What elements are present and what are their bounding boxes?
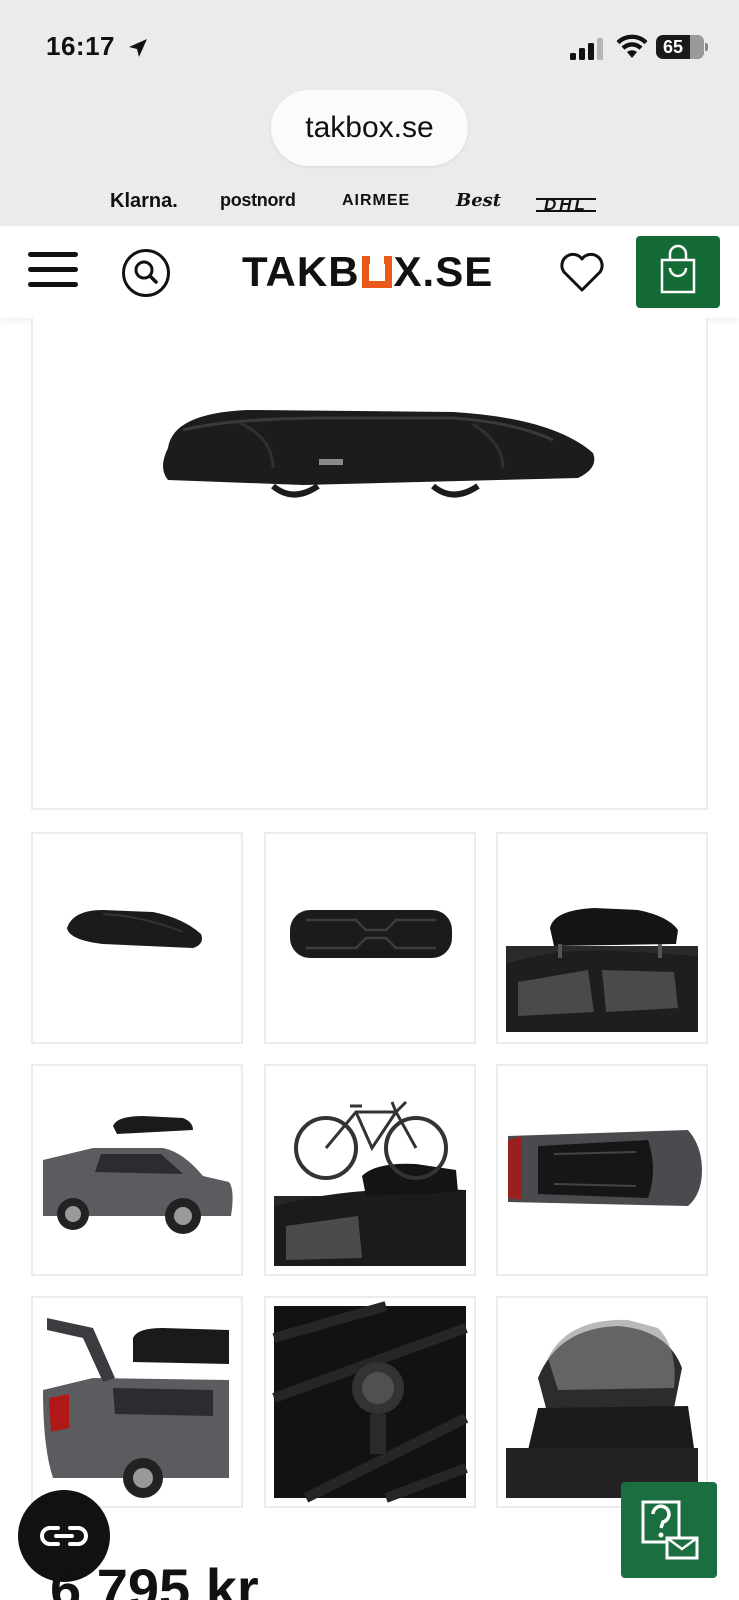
best-logo: Best — [456, 190, 502, 211]
dhl-logo: DHL — [536, 196, 596, 213]
postnord-logo: postnord — [220, 190, 296, 210]
partner-logos: Klarna. postnord AIRMEE Best DHL — [0, 190, 739, 222]
menu-button[interactable] — [28, 252, 78, 292]
thumbnail-8[interactable] — [264, 1296, 476, 1508]
roof-box-dual-open-image — [506, 1319, 698, 1498]
help-chat-button[interactable] — [621, 1482, 717, 1578]
search-button[interactable] — [122, 249, 170, 297]
cellular-signal-icon — [570, 38, 603, 60]
roof-box-angle-image — [67, 910, 202, 948]
wishlist-heart-icon[interactable] — [558, 250, 606, 294]
roof-box-top-image — [290, 910, 452, 958]
site-logo[interactable]: TAKB X.SE — [242, 248, 493, 296]
status-bar: 16:17 65 — [0, 0, 739, 90]
hamburger-icon-bar — [28, 267, 78, 272]
hamburger-icon-bar — [28, 252, 78, 257]
cart-button[interactable] — [636, 236, 720, 308]
hamburger-icon-bar — [28, 282, 78, 287]
logo-text-end: X.SE — [393, 248, 494, 295]
thumbnail-4[interactable] — [31, 1064, 243, 1276]
search-icon — [134, 260, 158, 284]
logo-text-start: TAKB — [242, 248, 360, 295]
thumbnail-3[interactable] — [496, 832, 708, 1044]
site-header: TAKB X.SE — [0, 226, 739, 318]
thumbnail-1[interactable] — [31, 832, 243, 1044]
page: 16:17 65 takbox.se Klarna. postnord AIRM… — [0, 0, 739, 1600]
help-question-mail-icon — [641, 1500, 699, 1560]
status-time: 16:17 — [46, 31, 115, 61]
main-product-image[interactable] — [31, 318, 708, 810]
klarna-logo: Klarna. — [110, 190, 178, 212]
thumbnail-5[interactable] — [264, 1064, 476, 1276]
thumbnail-7[interactable] — [31, 1296, 243, 1508]
thumbnail-9[interactable] — [496, 1296, 708, 1508]
logo-box-icon — [361, 256, 392, 288]
roof-box-image — [163, 410, 595, 498]
roof-box-top-on-car-image — [508, 1130, 702, 1206]
thumbnail-2[interactable] — [264, 832, 476, 1044]
bike-and-roof-box-image — [274, 1100, 466, 1266]
roof-box-lock-detail-image — [272, 1301, 469, 1503]
battery-indicator: 65 — [656, 35, 708, 59]
thumbnail-6[interactable] — [496, 1064, 708, 1276]
wifi-icon — [616, 34, 648, 58]
battery-level: 65 — [662, 37, 684, 57]
airmee-logo: AIRMEE — [342, 192, 411, 209]
car-with-roof-box-image — [43, 1116, 233, 1234]
address-bar[interactable]: takbox.se — [271, 90, 468, 166]
open-trunk-with-roof-box-image — [43, 1318, 229, 1498]
browser-chrome: 16:17 65 takbox.se Klarna. postnord AIRM… — [0, 0, 739, 226]
shopping-bag-icon — [660, 244, 696, 294]
product-price: 6 795 kr — [50, 1557, 259, 1600]
roof-box-on-car-image — [506, 908, 698, 1032]
location-arrow-icon — [129, 39, 147, 57]
